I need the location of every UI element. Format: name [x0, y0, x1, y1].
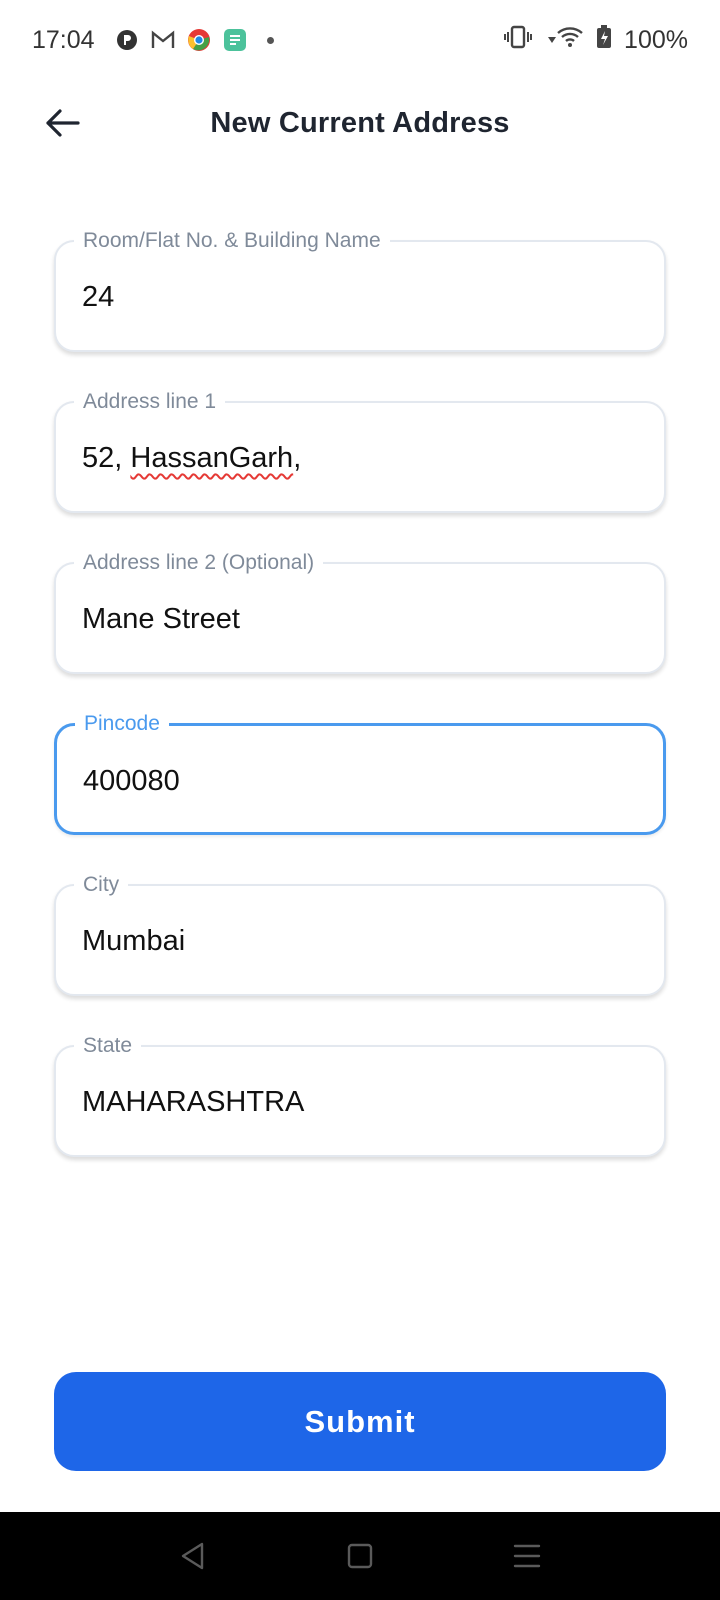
- battery-icon: [596, 24, 612, 56]
- status-right: 100%: [504, 24, 688, 56]
- status-bar: 17:04 100%: [0, 0, 720, 80]
- nav-recents-button[interactable]: [503, 1532, 551, 1580]
- address-form: Room/Flat No. & Building Name 24 Address…: [54, 228, 666, 1206]
- square-home-icon: [347, 1543, 373, 1569]
- nav-back-button[interactable]: [169, 1532, 217, 1580]
- address-line2-input[interactable]: Mane Street: [82, 600, 642, 638]
- address-line1-prefix: 52,: [82, 442, 131, 474]
- vibrate-icon: [504, 25, 533, 56]
- arrow-left-icon: [46, 109, 80, 137]
- city-field[interactable]: City Mumbai: [54, 872, 666, 996]
- gmail-icon: [151, 28, 175, 52]
- address-line2-field[interactable]: Address line 2 (Optional) Mane Street: [54, 550, 666, 674]
- room-field-label: Room/Flat No. & Building Name: [74, 228, 390, 254]
- room-field[interactable]: Room/Flat No. & Building Name 24: [54, 228, 666, 352]
- wifi-icon: [544, 25, 584, 56]
- system-nav-bar: [0, 1512, 720, 1600]
- state-input[interactable]: MAHARASHTRA: [82, 1083, 642, 1121]
- misspelled-word[interactable]: HassanGarh: [130, 442, 293, 474]
- pincode-input[interactable]: 400080: [83, 762, 643, 800]
- nav-home-button[interactable]: [336, 1532, 384, 1580]
- address-line2-label: Address line 2 (Optional): [74, 550, 324, 576]
- submit-button[interactable]: Submit: [54, 1372, 666, 1471]
- page-title: New Current Address: [210, 106, 510, 139]
- address-line1-suffix: ,: [293, 442, 302, 474]
- pincode-field[interactable]: Pincode 400080: [54, 711, 666, 835]
- p-icon: [115, 28, 139, 52]
- status-left: 17:04: [32, 26, 274, 55]
- triangle-back-icon: [182, 1542, 204, 1570]
- address-line1-field[interactable]: Address line 1 52, HassanGarh,: [54, 389, 666, 513]
- city-label: City: [74, 872, 129, 898]
- address-line1-input[interactable]: 52, HassanGarh,: [82, 439, 642, 477]
- back-button[interactable]: [38, 99, 86, 147]
- app-header: New Current Address: [0, 80, 720, 166]
- room-input[interactable]: 24: [82, 278, 642, 316]
- app-icon: [223, 28, 247, 52]
- city-input[interactable]: Mumbai: [82, 922, 642, 960]
- status-time: 17:04: [32, 25, 95, 54]
- pincode-label: Pincode: [75, 711, 169, 737]
- battery-percent: 100%: [624, 25, 688, 54]
- address-line1-label: Address line 1: [74, 389, 226, 415]
- chrome-icon: [187, 28, 211, 52]
- more-notifications-dot: [266, 36, 274, 44]
- state-field[interactable]: State MAHARASHTRA: [54, 1033, 666, 1157]
- state-label: State: [74, 1033, 142, 1059]
- menu-lines-icon: [513, 1544, 540, 1568]
